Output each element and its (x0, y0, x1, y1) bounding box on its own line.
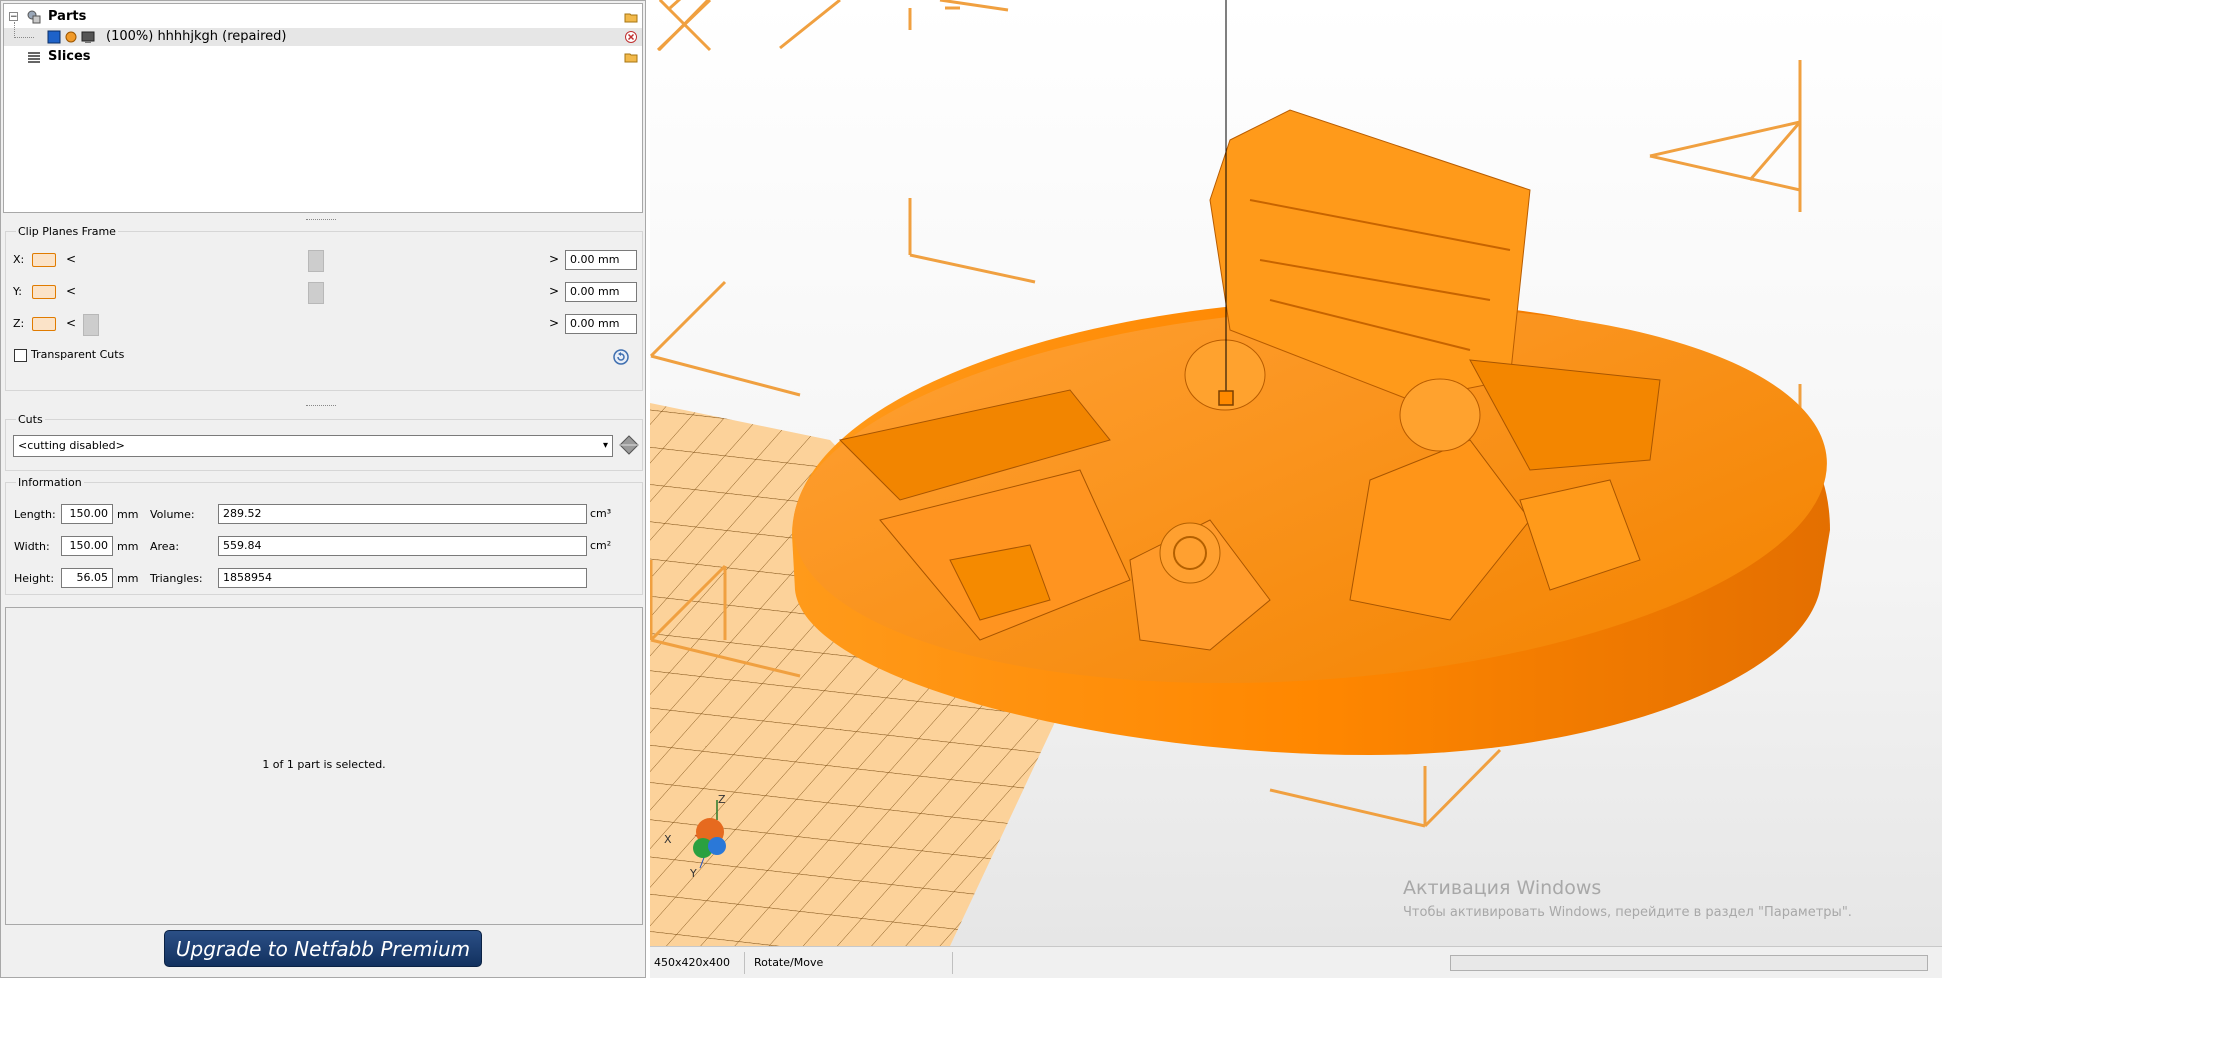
clip-z-value[interactable]: 0.00 mm (565, 314, 637, 334)
watermark-title: Активация Windows (1403, 877, 1602, 899)
volume-value: 289.52 (218, 504, 587, 524)
clip-z-thumb[interactable] (83, 314, 99, 336)
cuts-group: Cuts <cutting disabled> ▾ (5, 413, 643, 471)
reset-clip-icon[interactable] (612, 348, 630, 366)
part-color-icon[interactable] (47, 30, 61, 44)
clip-z-label: Z: (13, 317, 25, 330)
information-group: Information Length: 150.00 mm Volume: 28… (5, 476, 643, 595)
part-visible-icon[interactable] (64, 30, 78, 44)
status-separator (952, 952, 953, 974)
status-bar: 450x420x400 Rotate/Move (650, 946, 1942, 978)
clip-x-thumb[interactable] (308, 250, 324, 272)
width-value: 150.00 (61, 536, 113, 556)
clip-x-slider[interactable] (81, 250, 551, 272)
chevron-down-icon: ▾ (602, 440, 608, 451)
upgrade-button[interactable]: Upgrade to Netfabb Premium (164, 930, 482, 967)
width-unit: mm (117, 540, 139, 553)
tree-part-name: (100%) hhhhjkgh (repaired) (106, 29, 287, 44)
height-unit: mm (117, 572, 139, 585)
clip-y-thumb[interactable] (308, 282, 324, 304)
status-dimensions: 450x420x400 (654, 956, 731, 969)
3d-viewport[interactable]: Z X Y (650, 0, 1942, 946)
status-progress-bar (1450, 955, 1928, 971)
clip-z-slider[interactable] (81, 314, 551, 336)
parts-icon (27, 10, 41, 24)
length-value: 150.00 (61, 504, 113, 524)
selection-panel: 1 of 1 part is selected. (5, 607, 643, 925)
selection-text: 1 of 1 part is selected. (262, 758, 386, 771)
splitter-grip[interactable] (306, 405, 336, 409)
area-label: Area: (150, 540, 180, 553)
left-panel: − Parts (100%) hhhhjkgh (repaired) Slice… (0, 0, 646, 978)
clip-x-decrease[interactable]: < (66, 252, 76, 266)
splitter-grip[interactable] (306, 219, 336, 223)
clip-z-toggle-icon[interactable] (32, 317, 56, 331)
length-label: Length: (14, 508, 56, 521)
clip-planes-group: Clip Planes Frame X: < > 0.00 mm Y: < > … (5, 225, 643, 391)
remove-part-icon[interactable] (624, 30, 638, 44)
volume-unit: cm³ (590, 507, 612, 520)
tree-line (14, 22, 16, 38)
transparent-cuts-label: Transparent Cuts (31, 348, 125, 361)
clip-y-slider[interactable] (81, 282, 551, 304)
folder-open-icon[interactable] (624, 50, 638, 64)
clip-planes-title: Clip Planes Frame (16, 225, 118, 238)
part-mesh-icon[interactable] (81, 30, 95, 44)
scene[interactable]: Z X Y (650, 0, 1942, 946)
clip-x-label: X: (13, 253, 25, 266)
axis-x-label: X (664, 833, 672, 846)
length-unit: mm (117, 508, 139, 521)
parts-tree: − Parts (100%) hhhhjkgh (repaired) Slice… (3, 3, 643, 213)
clip-x-increase[interactable]: > (549, 252, 559, 266)
width-label: Width: (14, 540, 50, 553)
cuts-title: Cuts (16, 413, 45, 426)
tree-slices-label: Slices (48, 49, 91, 64)
information-title: Information (16, 476, 84, 489)
tree-row-slices[interactable]: Slices (4, 48, 642, 66)
clip-y-decrease[interactable]: < (66, 284, 76, 298)
cuts-selected: <cutting disabled> (18, 439, 125, 452)
clip-z-decrease[interactable]: < (66, 316, 76, 330)
status-mode: Rotate/Move (754, 956, 824, 969)
area-value: 559.84 (218, 536, 587, 556)
volume-label: Volume: (150, 508, 195, 521)
tree-row-part[interactable]: (100%) hhhhjkgh (repaired) (4, 22, 642, 46)
tree-row-parts[interactable]: − Parts (4, 8, 642, 26)
axis-y-label: Y (689, 867, 697, 880)
watermark-text: Чтобы активировать Windows, перейдите в … (1403, 905, 1852, 920)
triangles-label: Triangles: (150, 572, 203, 585)
clip-y-label: Y: (13, 285, 22, 298)
collapse-icon[interactable]: − (9, 12, 18, 22)
clip-z-increase[interactable]: > (549, 316, 559, 330)
height-value: 56.05 (61, 568, 113, 588)
folder-open-icon[interactable] (624, 10, 638, 24)
clip-x-toggle-icon[interactable] (32, 253, 56, 267)
pivot-handle[interactable] (1218, 390, 1234, 406)
clip-y-increase[interactable]: > (549, 284, 559, 298)
cuts-dropdown[interactable]: <cutting disabled> ▾ (13, 435, 613, 457)
height-label: Height: (14, 572, 55, 585)
clip-x-value[interactable]: 0.00 mm (565, 250, 637, 270)
transparent-cuts-checkbox[interactable] (14, 349, 27, 362)
clip-y-toggle-icon[interactable] (32, 285, 56, 299)
cut-tool-icon[interactable] (617, 432, 641, 458)
triangles-value: 1858954 (218, 568, 587, 588)
clip-y-value[interactable]: 0.00 mm (565, 282, 637, 302)
axis-z-label: Z (718, 793, 726, 806)
tree-parts-label: Parts (48, 9, 87, 24)
tree-line (14, 37, 34, 39)
status-separator (744, 952, 745, 974)
area-unit: cm² (590, 539, 612, 552)
slices-icon (28, 52, 40, 63)
